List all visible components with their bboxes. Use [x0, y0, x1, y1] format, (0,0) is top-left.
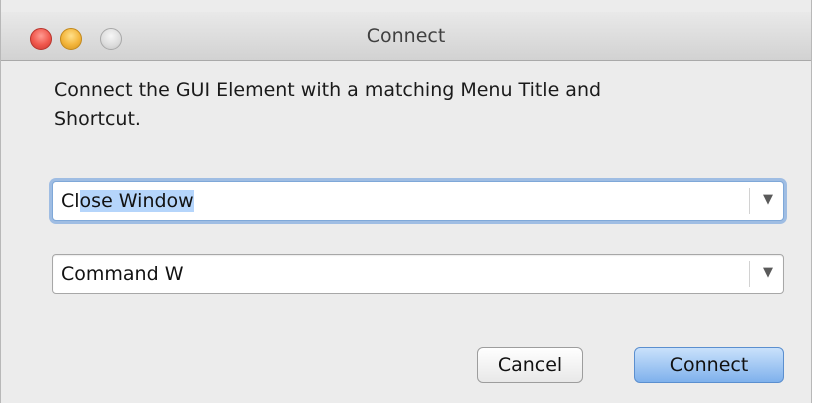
combobox-divider [749, 261, 750, 287]
cancel-button[interactable]: Cancel [477, 347, 583, 383]
menu-title-value-selected: ose Window [79, 190, 194, 212]
connect-dialog: Connect Connect the GUI Element with a m… [0, 0, 812, 403]
chevron-down-icon[interactable]: ▼ [763, 265, 773, 280]
menu-title-value-unselected: Cl [61, 190, 80, 212]
title-bar: Connect [1, 12, 811, 61]
instruction-text: Connect the GUI Element with a matching … [54, 76, 774, 134]
shortcut-combobox[interactable]: Command W ▼ [52, 254, 784, 294]
shortcut-value[interactable]: Command W [61, 263, 183, 285]
chevron-down-icon[interactable]: ▼ [763, 192, 773, 207]
menu-title-combobox[interactable]: Close Window ▼ [52, 181, 784, 221]
combobox-divider [749, 188, 750, 214]
connect-button[interactable]: Connect [634, 347, 784, 383]
instruction-line-2: Shortcut. [54, 108, 141, 130]
menu-title-value[interactable]: Close Window [61, 190, 194, 212]
instruction-line-1: Connect the GUI Element with a matching … [54, 79, 602, 101]
window-title: Connect [366, 25, 446, 47]
